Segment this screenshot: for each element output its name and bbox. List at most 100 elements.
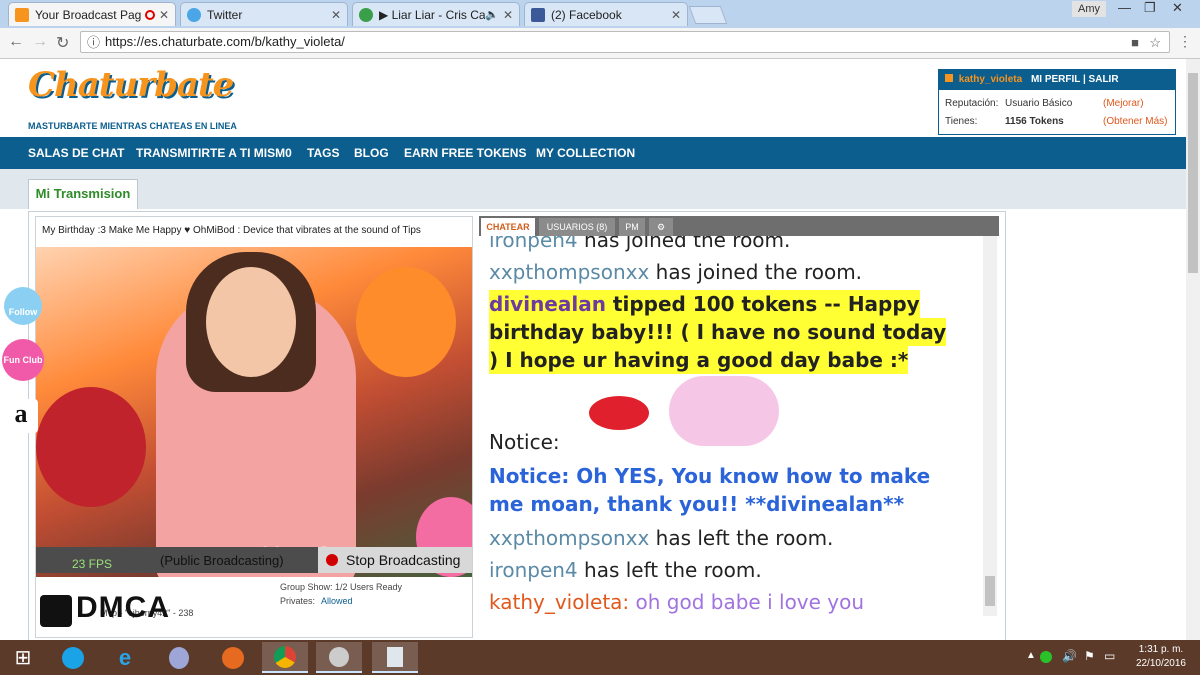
dmca-text: DMCA: [76, 591, 170, 624]
stop-broadcasting-button[interactable]: Stop Broadcasting: [318, 547, 472, 573]
firefox-icon[interactable]: [210, 642, 256, 673]
facebook-icon: [531, 7, 545, 22]
tab-title: (2) Facebook: [551, 7, 622, 22]
minimize-button[interactable]: —: [1118, 0, 1131, 15]
broadcast-panel: My Birthday :3 Make Me Happy ♥ OhMiBod :…: [28, 211, 1006, 640]
tipper-username[interactable]: divinealan: [489, 292, 606, 316]
menu-item-salas[interactable]: SALAS DE CHAT: [28, 146, 124, 160]
username-link[interactable]: kathy_violeta: [959, 74, 1022, 85]
userbox-header: kathy_violeta MI PERFIL | SALIR: [939, 70, 1175, 90]
chat-message: ironpen4 has left the room.: [489, 556, 762, 584]
follow-me-widget[interactable]: Follow me!: [4, 287, 42, 367]
chat-username[interactable]: ironpen4: [489, 558, 578, 582]
maximize-button[interactable]: ❐: [1144, 0, 1156, 16]
menu-item-transmitirte[interactable]: TRANSMITIRTE A TI MISM0: [136, 146, 292, 160]
tab-facebook[interactable]: (2) Facebook ✕: [524, 2, 688, 26]
clock-time: 1:31 p. m.: [1138, 644, 1184, 655]
start-button[interactable]: ⊞: [0, 642, 46, 673]
chat-scrollbar[interactable]: [983, 236, 997, 616]
tokens-label: Tienes:: [945, 116, 978, 127]
taskbar-clock[interactable]: 1:31 p. m. 22/10/2016: [1136, 643, 1186, 671]
chat-messages: ironpen4 has joined the room. xxpthompso…: [489, 236, 981, 640]
user-icon: [945, 74, 953, 82]
camera-icon[interactable]: ■: [1131, 33, 1139, 53]
settings-gear-icon[interactable]: ⚙: [649, 218, 673, 236]
face-image: [206, 267, 296, 377]
get-more-link[interactable]: (Obtener Más): [1103, 116, 1167, 127]
group-show-status: Group Show: 1/2 Users Ready: [280, 582, 403, 592]
privates-label: Privates:: [280, 596, 316, 606]
twitter-icon: [187, 7, 201, 22]
menu-item-tags[interactable]: TAGS: [307, 146, 339, 160]
menu-item-blog[interactable]: BLOG: [354, 146, 389, 160]
tab-chatear[interactable]: CHATEAR: [481, 218, 535, 236]
webcam-app-icon[interactable]: [156, 642, 202, 673]
stop-label: Stop Broadcasting: [346, 552, 461, 568]
site-header: Chaturbate MASTURBARTE MIENTRAS CHATEAS …: [0, 59, 1186, 137]
windows-taskbar: ⊞ e ▲ 🔊 ⚑ ▭ 1:31 p. m. 22/10/2016: [0, 640, 1200, 675]
browser-tab-strip: Your Broadcast Page! ✕ Twitter ✕ ▶ Liar …: [0, 0, 1200, 28]
recording-icon: [144, 9, 155, 20]
address-bar[interactable]: ⓘ https://es.chaturbate.com/b/kathy_viol…: [80, 31, 1170, 53]
broadcast-status: (Public Broadcasting): [160, 553, 284, 568]
chat-username[interactable]: kathy_violeta:: [489, 590, 629, 614]
upgrade-link[interactable]: (Mejorar): [1103, 98, 1144, 109]
back-button[interactable]: ←: [8, 33, 24, 51]
tab-pm[interactable]: PM: [619, 218, 645, 236]
volume-icon[interactable]: 🔊: [1062, 649, 1077, 663]
tab-broadcast[interactable]: Your Broadcast Page! ✕: [8, 2, 176, 26]
tagline: MASTURBARTE MIENTRAS CHATEAS EN LINEA: [28, 121, 237, 131]
tab-mi-transmision[interactable]: Mi Transmision: [28, 179, 138, 209]
ie-icon[interactable]: e: [102, 642, 148, 673]
fan-club-widget[interactable]: Fun Club: [2, 339, 44, 381]
calculator-icon[interactable]: [372, 642, 418, 673]
privates-value[interactable]: Allowed: [321, 596, 353, 606]
new-tab-button[interactable]: [688, 6, 728, 24]
sub-tab-bar: Mi Transmision: [0, 169, 1186, 209]
menu-icon[interactable]: ⋮: [1178, 33, 1192, 50]
page-scrollbar[interactable]: [1186, 59, 1200, 640]
menu-item-collection[interactable]: MY COLLECTION: [536, 146, 635, 160]
chat-message: kathy_violeta: oh god babe i love you: [489, 588, 864, 616]
chat-username[interactable]: xxpthompsonxx: [489, 260, 649, 284]
forward-button[interactable]: →: [32, 33, 48, 51]
profile-button[interactable]: Amy: [1072, 1, 1106, 17]
chat-text: has left the room.: [577, 558, 762, 582]
amazon-widget[interactable]: a: [4, 399, 38, 433]
webcam-video: ManyCam.com: [36, 247, 472, 577]
camera-app-icon[interactable]: [316, 642, 362, 673]
main-menu: SALAS DE CHAT TRANSMITIRTE A TI MISM0 TA…: [0, 137, 1186, 169]
close-icon[interactable]: ✕: [671, 8, 681, 22]
network-status-icon[interactable]: [1040, 651, 1052, 663]
skype-icon[interactable]: [50, 642, 96, 673]
tip-message: divinealan tipped 100 tokens -- Happy: [489, 290, 920, 318]
dmca-watermark: DMCA: [40, 591, 220, 629]
tab-title: Your Broadcast Page!: [35, 7, 141, 22]
tip-message-cont: ) I hope ur having a good day babe :*: [489, 346, 909, 374]
notice-message: Notice: Oh YES, You know how to make: [489, 464, 931, 488]
chaturbate-logo[interactable]: Chaturbate: [28, 65, 234, 105]
window-close-button[interactable]: ✕: [1172, 0, 1183, 16]
display-icon[interactable]: ▭: [1104, 649, 1115, 663]
info-icon: ⓘ: [87, 35, 101, 50]
tab-usuarios[interactable]: USUARIOS (8): [539, 218, 615, 236]
url-text: https://es.chaturbate.com/b/kathy_violet…: [105, 34, 345, 49]
close-icon[interactable]: ✕: [503, 8, 513, 22]
flag-icon[interactable]: ⚑: [1084, 649, 1095, 663]
profile-links[interactable]: MI PERFIL | SALIR: [1031, 74, 1119, 85]
chat-message: xxpthompsonxx has joined the room.: [489, 258, 862, 286]
chat-username[interactable]: ironpen4: [489, 236, 578, 252]
tab-spotify[interactable]: ▶ Liar Liar - Cris Cab 🔈 ✕: [352, 2, 520, 26]
scroll-thumb[interactable]: [985, 576, 995, 606]
scroll-thumb[interactable]: [1188, 73, 1198, 273]
tray-up-arrow-icon[interactable]: ▲: [1026, 650, 1036, 661]
star-icon[interactable]: ☆: [1149, 33, 1161, 53]
tab-twitter[interactable]: Twitter ✕: [180, 2, 348, 26]
close-icon[interactable]: ✕: [159, 8, 169, 22]
close-icon[interactable]: ✕: [331, 8, 341, 22]
reload-button[interactable]: ↻: [56, 33, 69, 53]
record-icon: [326, 554, 338, 566]
chrome-icon[interactable]: [262, 642, 308, 673]
menu-item-earn[interactable]: EARN FREE TOKENS: [404, 146, 526, 160]
chat-username[interactable]: xxpthompsonxx: [489, 526, 649, 550]
